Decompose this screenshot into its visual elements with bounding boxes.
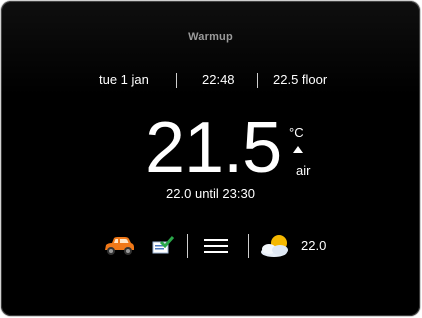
brand-logo: Warmup [188, 31, 233, 43]
outside-temperature: 22.0 [301, 238, 327, 253]
date-label[interactable]: tue 1 jan [99, 72, 149, 87]
divider [176, 73, 177, 88]
status-row: tue 1 jan 22:48 22.5 floor [1, 72, 420, 90]
temperature-unit: °C [289, 125, 304, 140]
divider [257, 73, 258, 88]
weather-icon[interactable] [257, 233, 297, 259]
divider [187, 234, 188, 258]
bottom-toolbar: 22.0 [1, 231, 420, 261]
divider [248, 234, 249, 258]
current-temperature[interactable]: 21.5 [145, 112, 282, 184]
floor-temp-label[interactable]: 22.5 floor [273, 72, 327, 87]
time-label[interactable]: 22:48 [202, 72, 235, 87]
program-icon[interactable] [151, 236, 175, 256]
schedule-text[interactable]: 22.0 until 23:30 [1, 186, 420, 201]
menu-icon[interactable] [204, 238, 228, 254]
sensor-label: air [296, 163, 311, 178]
car-icon[interactable] [102, 235, 136, 257]
up-arrow-icon[interactable] [293, 146, 303, 153]
thermostat-screen: Warmup tue 1 jan 22:48 22.5 floor 21.5 °… [1, 1, 420, 316]
